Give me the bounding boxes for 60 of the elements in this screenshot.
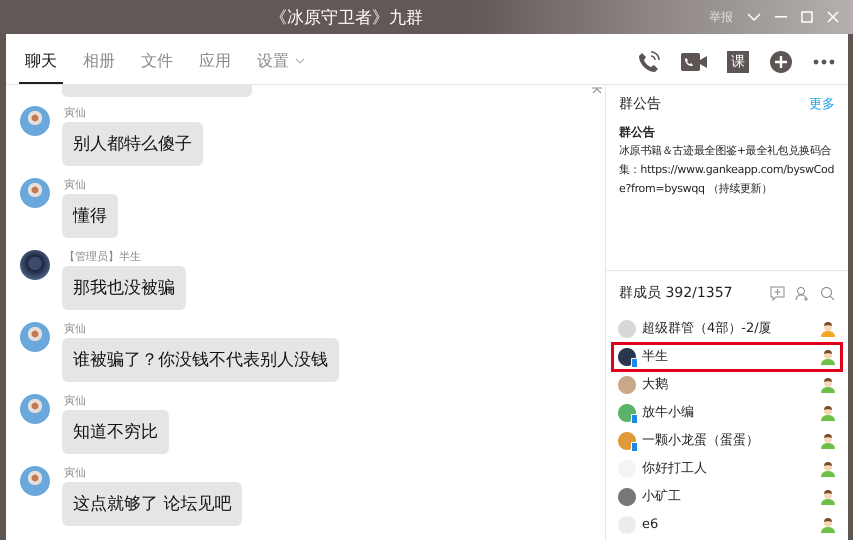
member-row[interactable]: 放牛小编 (612, 399, 842, 427)
tab[interactable]: 聊天 (19, 49, 63, 84)
avatar (618, 376, 636, 394)
avatar (20, 250, 50, 280)
sender-name: 寅仙 (63, 322, 87, 336)
member-name: 放牛小编 (642, 404, 694, 422)
close-icon[interactable] (827, 11, 839, 23)
maximize-icon[interactable] (801, 11, 813, 23)
tab[interactable]: 文件 (135, 49, 179, 84)
sender-name: 寅仙 (63, 106, 87, 120)
member-row[interactable]: 你好打工人 (612, 455, 842, 483)
member-row[interactable]: 小矿工 (612, 483, 842, 511)
member-name: 你好打工人 (642, 460, 707, 478)
add-member-icon[interactable] (795, 286, 810, 301)
video-call-icon[interactable] (681, 52, 707, 72)
tab[interactable]: 相册 (77, 49, 121, 84)
add-comment-icon[interactable] (770, 286, 785, 301)
member-row[interactable]: 超级群管（4部）-2/厦 (612, 315, 842, 343)
member-row[interactable]: 半生 (612, 343, 842, 371)
avatar (618, 488, 636, 506)
section-heading: 群成员 392/1357 (619, 284, 733, 303)
member-name: 小矿工 (642, 488, 681, 506)
member-name: 大鹅 (642, 376, 668, 394)
member-name: e6 (642, 516, 658, 534)
member-row[interactable]: e6 (612, 511, 842, 539)
sender-name: 寅仙 (63, 178, 87, 192)
avatar (20, 178, 50, 208)
collapse-icon[interactable] (747, 12, 761, 22)
member-name: 一颗小龙蛋（蛋蛋） (642, 432, 759, 450)
plus-icon[interactable] (769, 50, 793, 74)
message-bubble: 那我也没被骗 (62, 266, 186, 310)
member-row[interactable]: 大鹅 (612, 371, 842, 399)
sender-name: 【管理员】半生 (63, 250, 142, 264)
member-name: 半生 (642, 348, 668, 366)
message-bubble: 谁被骗了？你没钱不代表别人没钱 (62, 338, 339, 382)
course-button[interactable]: 课 (727, 51, 749, 73)
search-icon[interactable] (820, 286, 835, 301)
avatar (20, 394, 50, 424)
minimize-icon[interactable] (775, 16, 787, 18)
window-title: 《冰原守卫者》九群 (270, 7, 423, 30)
member-row[interactable]: 一颗小龙蛋（蛋蛋） (612, 427, 842, 455)
tab[interactable]: 应用 (193, 49, 237, 84)
avatar (20, 466, 50, 496)
tab[interactable]: 设置 (251, 49, 311, 84)
more-icon[interactable] (813, 59, 835, 65)
message-bubble: 懂得 (62, 194, 118, 238)
sender-name: 寅仙 (63, 394, 87, 408)
message-bubble: 这点就够了 论坛见吧 (62, 482, 242, 526)
member-name: 超级群管（4部）-2/厦 (642, 320, 772, 338)
phone-icon[interactable] (637, 50, 661, 74)
section-heading: 群公告 (619, 95, 661, 114)
avatar (618, 320, 636, 338)
collapse-up-icon[interactable] (592, 87, 602, 94)
message-bubble: 别人都特么傻子 (62, 122, 203, 166)
avatar (20, 106, 50, 136)
sender-name: 寅仙 (63, 466, 87, 480)
message-bubble: 知道不穷比 (62, 410, 169, 454)
announcement-title: 群公告 (619, 124, 656, 141)
announcement-text: 冰原书籍＆古迹最全图鉴+最全礼包兑换码合集：https://www.gankeapp.com/byswCode?from=byswqq （持续更新） (619, 143, 835, 197)
avatar (20, 322, 50, 352)
